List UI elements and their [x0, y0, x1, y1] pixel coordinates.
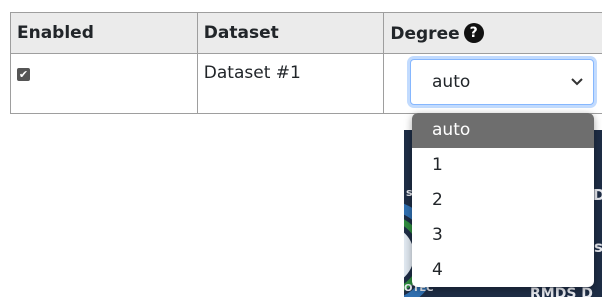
- degree-select[interactable]: auto: [410, 59, 594, 105]
- enabled-checkbox[interactable]: ✔: [17, 68, 30, 81]
- help-icon[interactable]: ?: [463, 22, 484, 43]
- degree-option-1[interactable]: 1: [412, 148, 594, 183]
- header-dataset: Dataset: [196, 12, 385, 54]
- dataset-name-cell: Dataset #1: [196, 53, 385, 114]
- header-degree-label: Degree: [390, 23, 460, 44]
- background-text: RMDS D: [530, 286, 593, 297]
- header-degree: Degree?: [383, 12, 602, 54]
- background-text: D: [593, 186, 602, 204]
- table-header-row: Enabled Dataset Degree?: [10, 12, 602, 54]
- header-enabled: Enabled: [10, 12, 198, 54]
- degree-option-3[interactable]: 3: [412, 218, 594, 253]
- degree-option-4[interactable]: 4: [412, 253, 594, 287]
- degree-dropdown-menu: auto 1 2 3 4: [412, 113, 594, 287]
- degree-option-auto[interactable]: auto: [412, 113, 594, 148]
- enabled-cell: ✔: [10, 53, 198, 114]
- degree-option-2[interactable]: 2: [412, 183, 594, 218]
- background-text: s: [594, 238, 602, 256]
- degree-select-value: auto: [432, 72, 471, 92]
